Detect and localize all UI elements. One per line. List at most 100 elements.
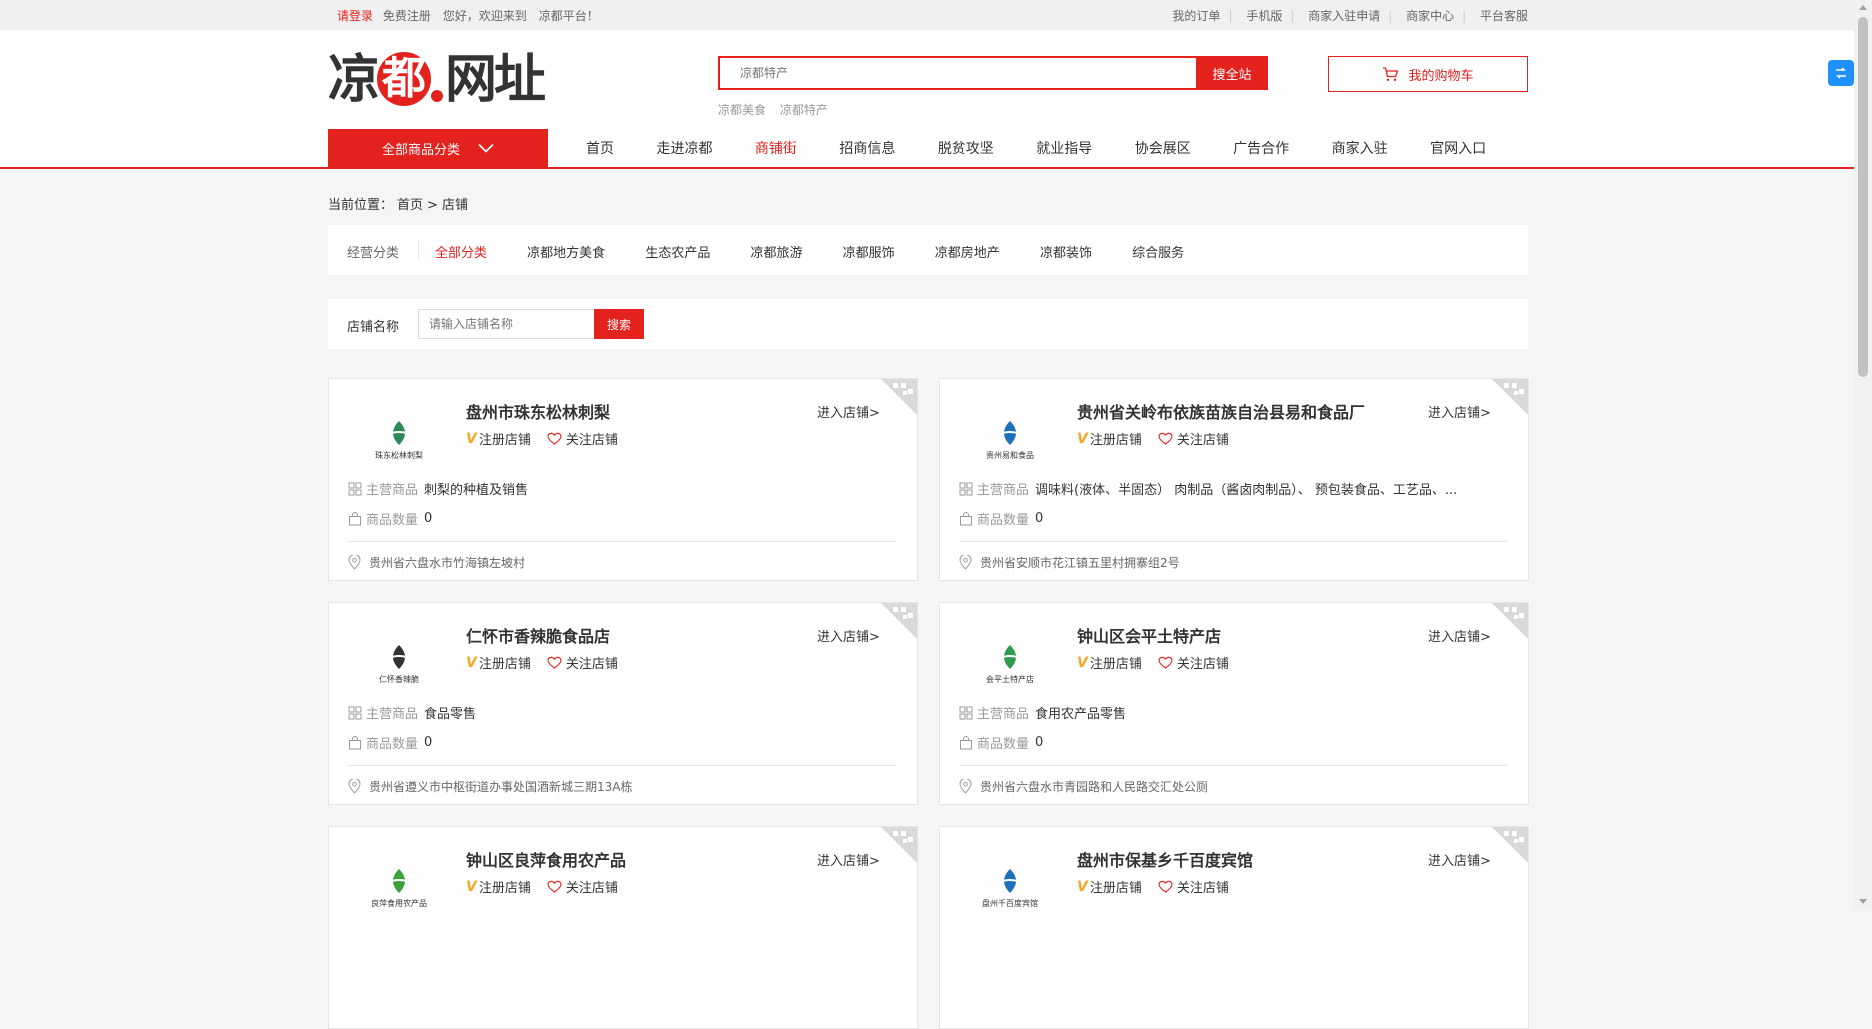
enter-shop-link[interactable]: 进入店铺>: [817, 402, 880, 421]
enter-shop-link[interactable]: 进入店铺>: [1428, 402, 1491, 421]
category-item[interactable]: 全部分类: [435, 246, 487, 261]
shop-name[interactable]: 钟山区会平土特产店: [1077, 623, 1221, 647]
heart-icon: [547, 432, 562, 445]
shop-logo[interactable]: 会平土特产店: [970, 628, 1050, 698]
shop-logo[interactable]: 良萍食用农产品: [359, 852, 439, 922]
nav-item-merchant-join[interactable]: 商家入驻: [1332, 138, 1388, 158]
scroll-up-arrow[interactable]: [1859, 5, 1867, 10]
follow-shop-button[interactable]: 关注店铺: [1158, 653, 1229, 672]
category-item[interactable]: 凉都服饰: [843, 246, 895, 261]
breadcrumb-home[interactable]: 首页: [397, 198, 423, 213]
qr-code-icon[interactable]: [881, 379, 917, 415]
nav-item-employment[interactable]: 就业指导: [1036, 138, 1092, 158]
divider: |: [1462, 9, 1467, 23]
nav-item-official[interactable]: 官网入口: [1430, 138, 1486, 158]
product-count-label: 商品数量: [366, 513, 419, 528]
verified-icon: V: [466, 878, 477, 895]
shop-card[interactable]: 贵州易和食品 贵州省关岭布依族苗族自治县易和食品厂 进入店铺> V 注册店铺 关注店铺 主营…: [939, 378, 1529, 581]
enter-shop-link[interactable]: 进入店铺>: [1428, 850, 1491, 869]
platform-service-link[interactable]: 平台客服: [1480, 9, 1528, 23]
main-products-value: 食品零售: [424, 707, 477, 722]
scroll-down-arrow[interactable]: [1859, 899, 1867, 904]
shop-logo[interactable]: 珠东松林刺梨: [359, 404, 439, 474]
enter-shop-link[interactable]: 进入店铺>: [1428, 626, 1491, 645]
shop-card[interactable]: 良萍食用农产品 钟山区良萍食用农产品 进入店铺> V 注册店铺 关注店铺: [328, 826, 918, 1029]
category-item[interactable]: 凉都旅游: [750, 246, 802, 261]
top-bar-left: 请登录 免费注册 您好，欢迎来到 凉都平台！: [337, 7, 607, 24]
product-count-row: 商品数量 0: [348, 509, 432, 528]
shop-card[interactable]: 仁怀香辣脆 仁怀市香辣脆食品店 进入店铺> V 注册店铺 关注店铺 主营商品 食品零售 商品数量…: [328, 602, 918, 805]
nav-item-home[interactable]: 首页: [586, 138, 614, 158]
nav-item-shop-street[interactable]: 商铺街: [755, 138, 797, 158]
product-count-value: 0: [424, 511, 433, 526]
site-logo[interactable]: 凉都网址: [328, 50, 546, 112]
register-link[interactable]: 免费注册: [383, 9, 431, 23]
scrollbar-thumb[interactable]: [1858, 17, 1868, 377]
cart-button[interactable]: 我的购物车: [1328, 56, 1528, 92]
product-count-row: 商品数量 0: [348, 733, 432, 752]
nav-item-about[interactable]: 走进凉都: [656, 138, 712, 158]
all-categories-button[interactable]: 全部商品分类: [328, 129, 548, 167]
hot-keyword[interactable]: 凉都美食: [718, 103, 766, 117]
scrollbar[interactable]: [1854, 0, 1872, 909]
shop-name[interactable]: 盘州市保基乡千百度宾馆: [1077, 847, 1253, 871]
category-filter-label: 经营分类: [347, 246, 400, 261]
grid-icon: [348, 482, 362, 495]
shop-logo-caption: 贵州易和食品: [986, 450, 1034, 460]
qr-code-icon[interactable]: [881, 827, 917, 863]
login-link[interactable]: 请登录: [337, 9, 373, 23]
verified-icon: V: [466, 430, 477, 447]
follow-shop-button[interactable]: 关注店铺: [547, 429, 618, 448]
shop-search-button[interactable]: 搜索: [594, 309, 644, 339]
enter-shop-link[interactable]: 进入店铺>: [817, 626, 880, 645]
shop-name[interactable]: 盘州市珠东松林刺梨: [466, 399, 610, 423]
nav-item-ads[interactable]: 广告合作: [1233, 138, 1289, 158]
category-item[interactable]: 凉都装饰: [1040, 246, 1092, 261]
qr-code-icon[interactable]: [1492, 603, 1528, 639]
qr-code-icon[interactable]: [1492, 827, 1528, 863]
registered-shop-label: 注册店铺: [478, 657, 531, 672]
category-item[interactable]: 凉都地方美食: [527, 246, 605, 261]
shop-logo[interactable]: 仁怀香辣脆: [359, 628, 439, 698]
category-item[interactable]: 凉都房地产: [935, 246, 1000, 261]
shop-name[interactable]: 贵州省关岭布依族苗族自治县易和食品厂: [1077, 399, 1365, 423]
nav-item-poverty[interactable]: 脱贫攻坚: [938, 138, 994, 158]
qr-code-icon[interactable]: [1492, 379, 1528, 415]
shop-address-row: 贵州省安顺市花江镇五里村拥寨组2号: [959, 554, 1180, 571]
shop-name[interactable]: 钟山区良萍食用农产品: [466, 847, 626, 871]
site-search-input[interactable]: [718, 56, 1198, 90]
follow-shop-label: 关注店铺: [1176, 657, 1229, 672]
shop-address: 贵州省遵义市中枢街道办事处国酒新城三期13A栋: [369, 780, 633, 794]
nav-item-association[interactable]: 协会展区: [1135, 138, 1191, 158]
hot-keyword[interactable]: 凉都特产: [780, 103, 828, 117]
shop-logo-mark: [388, 644, 410, 669]
main-products-label: 主营商品: [366, 707, 419, 722]
shop-card[interactable]: 盘州千百度宾馆 盘州市保基乡千百度宾馆 进入店铺> V 注册店铺 关注店铺: [939, 826, 1529, 1029]
shop-logo[interactable]: 盘州千百度宾馆: [970, 852, 1050, 922]
search-all-button[interactable]: 搜全站: [1196, 56, 1268, 90]
mobile-link[interactable]: 手机版: [1246, 9, 1282, 23]
follow-shop-button[interactable]: 关注店铺: [1158, 429, 1229, 448]
my-orders-link[interactable]: 我的订单: [1172, 9, 1220, 23]
shop-logo-caption: 盘州千百度宾馆: [982, 898, 1038, 908]
follow-shop-button[interactable]: 关注店铺: [1158, 877, 1229, 896]
shop-name-input[interactable]: [418, 309, 595, 339]
shop-card[interactable]: 珠东松林刺梨 盘州市珠东松林刺梨 进入店铺> V 注册店铺 关注店铺 主营商品 刺梨的种植及销…: [328, 378, 918, 581]
merchant-center-link[interactable]: 商家中心: [1406, 9, 1454, 23]
divider: |: [1228, 9, 1233, 23]
shop-name[interactable]: 仁怀市香辣脆食品店: [466, 623, 610, 647]
merchant-apply-link[interactable]: 商家入驻申请: [1308, 9, 1380, 23]
location-pin-icon: [348, 555, 361, 570]
translate-icon[interactable]: [1828, 60, 1854, 86]
breadcrumb: 当前位置： 首页 > 店铺: [328, 194, 472, 213]
qr-code-icon[interactable]: [881, 603, 917, 639]
enter-shop-link[interactable]: 进入店铺>: [817, 850, 880, 869]
nav-item-investment[interactable]: 招商信息: [839, 138, 895, 158]
shop-card[interactable]: 会平土特产店 钟山区会平土特产店 进入店铺> V 注册店铺 关注店铺 主营商品 食用农产品零售…: [939, 602, 1529, 805]
follow-shop-button[interactable]: 关注店铺: [547, 877, 618, 896]
shop-logo[interactable]: 贵州易和食品: [970, 404, 1050, 474]
verified-icon: V: [1077, 878, 1088, 895]
follow-shop-button[interactable]: 关注店铺: [547, 653, 618, 672]
category-item[interactable]: 综合服务: [1132, 246, 1184, 261]
category-item[interactable]: 生态农产品: [645, 246, 710, 261]
